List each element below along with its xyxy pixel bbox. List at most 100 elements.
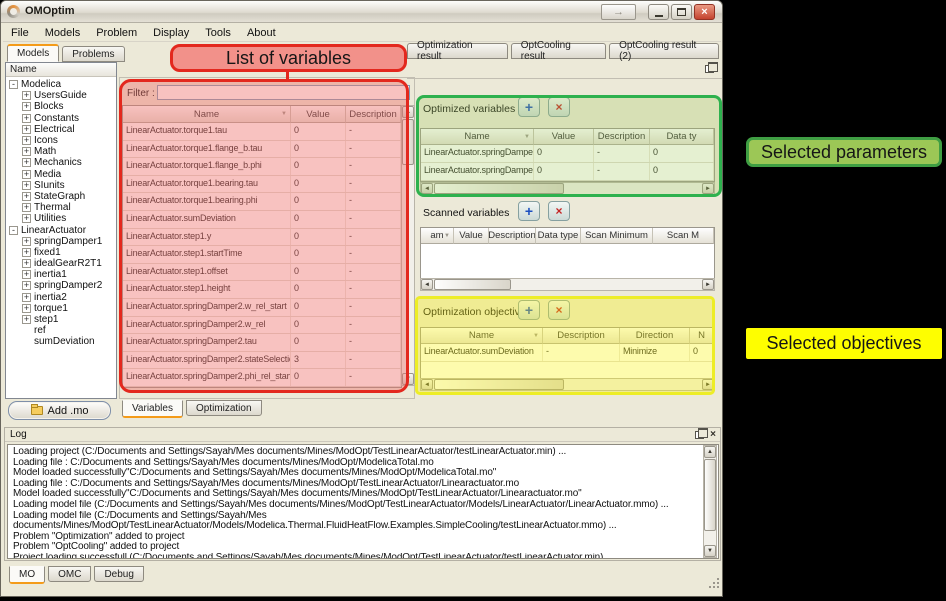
tree-twisty-icon[interactable] bbox=[22, 281, 31, 290]
tree-twisty-icon[interactable] bbox=[22, 102, 31, 111]
log-tab[interactable]: Debug bbox=[94, 566, 143, 582]
tree-item[interactable]: Modelica bbox=[6, 79, 116, 90]
tree-twisty-icon[interactable] bbox=[22, 203, 31, 212]
tree-item[interactable]: Constants bbox=[6, 113, 116, 124]
tree-twisty-icon[interactable] bbox=[22, 170, 31, 179]
minimize-button[interactable] bbox=[648, 4, 669, 20]
titlebar[interactable]: OMOptim → × bbox=[1, 1, 722, 23]
log-titlebar[interactable]: Log × bbox=[5, 428, 720, 442]
log-tab[interactable]: MO bbox=[9, 566, 45, 584]
column-header[interactable]: am bbox=[421, 228, 454, 244]
tree-item[interactable]: inertia2 bbox=[6, 292, 116, 303]
log-tab[interactable]: OMC bbox=[48, 566, 91, 582]
tree-item[interactable]: Media bbox=[6, 169, 116, 180]
tree-item[interactable]: fixed1 bbox=[6, 247, 116, 258]
tree-item[interactable]: springDamper1 bbox=[6, 236, 116, 247]
menubar: FileModelsProblemDisplayToolsAbout bbox=[3, 24, 721, 42]
result-tab[interactable]: OptCooling result (2) bbox=[609, 43, 719, 59]
tree-item[interactable]: step1 bbox=[6, 314, 116, 325]
result-tab[interactable]: Optimization result bbox=[407, 43, 508, 59]
log-scrollbar[interactable]: ▲ ▼ bbox=[703, 445, 717, 558]
tree-item[interactable]: StateGraph bbox=[6, 191, 116, 202]
close-icon[interactable]: × bbox=[710, 430, 716, 440]
annotation-selected-parameters: Selected parameters bbox=[746, 137, 942, 167]
tree-twisty-icon[interactable] bbox=[9, 80, 18, 89]
column-header[interactable]: Description bbox=[489, 228, 536, 244]
float-window-icon[interactable] bbox=[705, 65, 714, 73]
tree-twisty-icon[interactable] bbox=[22, 192, 31, 201]
scanned-variables-hscrollbar[interactable]: ◄ ► bbox=[420, 278, 715, 291]
tree-item[interactable]: sumDeviation bbox=[6, 336, 116, 347]
tree-twisty-icon[interactable] bbox=[22, 293, 31, 302]
tree-twisty-icon[interactable] bbox=[22, 315, 31, 324]
resize-grip-icon[interactable] bbox=[709, 586, 711, 588]
tree-twisty-icon[interactable] bbox=[22, 136, 31, 145]
panel-tab[interactable]: Problems bbox=[62, 46, 124, 62]
tree-twisty-icon[interactable] bbox=[22, 158, 31, 167]
tree-twisty-icon[interactable] bbox=[22, 91, 31, 100]
forward-arrow-button[interactable]: → bbox=[601, 4, 636, 20]
column-header[interactable]: Data type bbox=[536, 228, 581, 244]
menu-item[interactable]: Problem bbox=[88, 25, 145, 41]
maximize-button[interactable] bbox=[671, 4, 692, 20]
tree-item[interactable]: Mechanics bbox=[6, 157, 116, 168]
tree-item[interactable]: LinearActuator bbox=[6, 224, 116, 235]
menu-item[interactable]: File bbox=[3, 25, 37, 41]
menu-item[interactable]: About bbox=[239, 25, 284, 41]
scroll-up-icon[interactable]: ▲ bbox=[704, 446, 716, 458]
add-mo-button[interactable]: Add .mo bbox=[8, 401, 111, 420]
tree-item[interactable]: Electrical bbox=[6, 124, 116, 135]
annotation-connector-line bbox=[286, 71, 289, 80]
remove-scanned-variable-button[interactable]: × bbox=[548, 201, 570, 221]
tree-twisty-icon[interactable] bbox=[22, 181, 31, 190]
tree-twisty-icon[interactable] bbox=[22, 114, 31, 123]
tree-item[interactable]: Blocks bbox=[6, 101, 116, 112]
scrollbar-thumb[interactable] bbox=[434, 279, 511, 290]
tree-item[interactable]: idealGearR2T1 bbox=[6, 258, 116, 269]
scroll-left-icon[interactable]: ◄ bbox=[421, 279, 433, 290]
column-header[interactable]: Scan M bbox=[653, 228, 714, 244]
tree-item-label: inertia2 bbox=[34, 292, 67, 303]
view-tab[interactable]: Variables bbox=[122, 400, 183, 418]
tree-header[interactable]: Name bbox=[6, 63, 116, 77]
tree-twisty-icon[interactable] bbox=[22, 214, 31, 223]
tree-item[interactable]: ref bbox=[6, 325, 116, 336]
close-button[interactable]: × bbox=[694, 4, 715, 20]
tree-item[interactable]: Utilities bbox=[6, 213, 116, 224]
menu-item[interactable]: Tools bbox=[197, 25, 239, 41]
tree-item[interactable]: inertia1 bbox=[6, 269, 116, 280]
tree-twisty-icon[interactable] bbox=[22, 248, 31, 257]
tree-item[interactable]: springDamper2 bbox=[6, 280, 116, 291]
panel-tab[interactable]: Models bbox=[7, 44, 59, 62]
menu-item[interactable]: Models bbox=[37, 25, 88, 41]
tree-twisty-icon[interactable] bbox=[22, 270, 31, 279]
tree-item[interactable]: SIunits bbox=[6, 180, 116, 191]
tree-item[interactable]: UsersGuide bbox=[6, 90, 116, 101]
tree-item-label: Constants bbox=[34, 113, 79, 124]
tree-twisty-icon[interactable] bbox=[22, 304, 31, 313]
tree-item[interactable]: Icons bbox=[6, 135, 116, 146]
view-tab[interactable]: Optimization bbox=[186, 400, 262, 416]
tree-item[interactable]: Thermal bbox=[6, 202, 116, 213]
column-header[interactable]: Scan Minimum bbox=[581, 228, 653, 244]
tree-item[interactable]: torque1 bbox=[6, 303, 116, 314]
column-header[interactable]: Value bbox=[454, 228, 489, 244]
result-tab[interactable]: OptCooling result bbox=[511, 43, 606, 59]
tree-item-label: SIunits bbox=[34, 180, 65, 191]
tree-item-label: Thermal bbox=[34, 202, 71, 213]
menu-item[interactable]: Display bbox=[145, 25, 197, 41]
scroll-right-icon[interactable]: ► bbox=[702, 279, 714, 290]
scroll-down-icon[interactable]: ▼ bbox=[704, 545, 716, 557]
add-mo-label: Add .mo bbox=[48, 405, 89, 417]
tree-twisty-icon[interactable] bbox=[9, 226, 18, 235]
float-window-icon[interactable] bbox=[695, 431, 704, 439]
tree-item-label: fixed1 bbox=[34, 247, 61, 258]
scrollbar-thumb[interactable] bbox=[704, 459, 716, 531]
add-scanned-variable-button[interactable]: + bbox=[518, 201, 540, 221]
tree-twisty-icon[interactable] bbox=[22, 147, 31, 156]
result-toolbar bbox=[407, 61, 722, 79]
tree-twisty-icon[interactable] bbox=[22, 259, 31, 268]
tree-twisty-icon[interactable] bbox=[22, 125, 31, 134]
tree-twisty-icon[interactable] bbox=[22, 237, 31, 246]
tree-item[interactable]: Math bbox=[6, 146, 116, 157]
